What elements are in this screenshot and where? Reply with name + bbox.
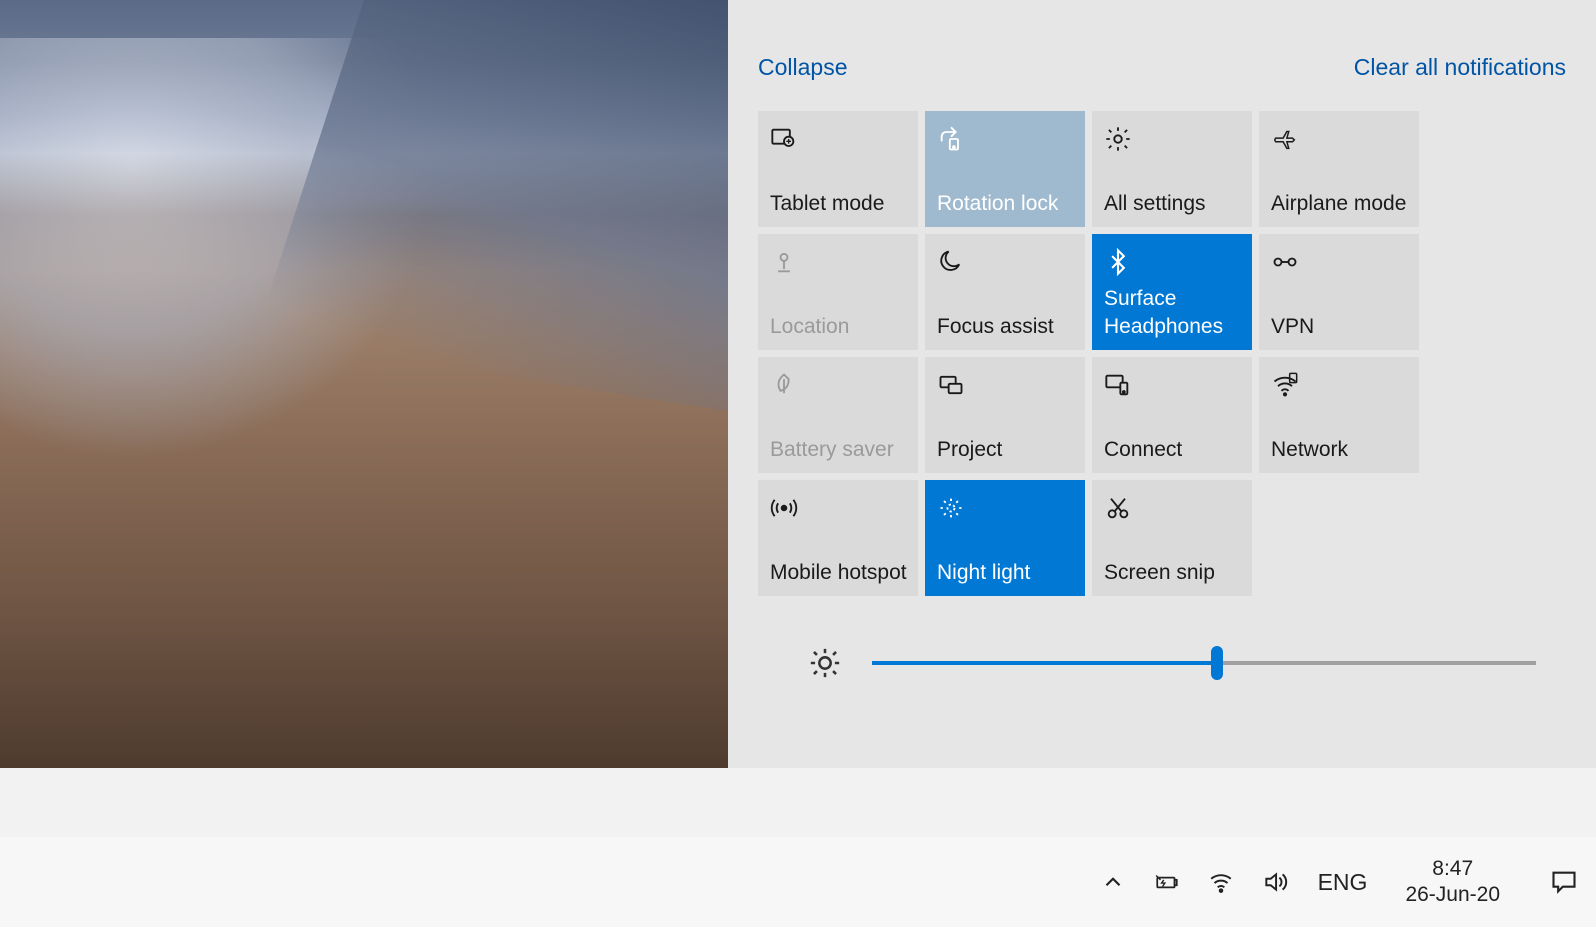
brightness-slider-thumb[interactable]: [1211, 646, 1223, 680]
tile-mobile-hotspot[interactable]: Mobile hotspot: [758, 480, 918, 596]
tile-label: VPN: [1271, 313, 1409, 340]
tile-label: Tablet mode: [770, 190, 908, 217]
tray-overflow-icon[interactable]: [1100, 869, 1126, 895]
hotspot-icon: [770, 494, 798, 522]
tile-connect[interactable]: Connect: [1092, 357, 1252, 473]
language-indicator[interactable]: ENG: [1318, 869, 1368, 896]
tile-label: Project: [937, 436, 1075, 463]
tile-rotation-lock[interactable]: Rotation lock: [925, 111, 1085, 227]
tile-label: All settings: [1104, 190, 1242, 217]
project-icon: [937, 371, 965, 399]
system-tray: [1100, 869, 1288, 895]
tile-vpn[interactable]: VPN: [1259, 234, 1419, 350]
moon-icon: [937, 248, 965, 276]
brightness-icon: [808, 646, 842, 680]
tile-label: Location: [770, 313, 908, 340]
collapse-button[interactable]: Collapse: [758, 54, 848, 81]
tile-label: Airplane mode: [1271, 190, 1409, 217]
gear-icon: [1104, 125, 1132, 153]
location-icon: [770, 248, 798, 276]
airplane-icon: [1271, 125, 1299, 153]
clock-date: 26-Jun-20: [1405, 882, 1500, 908]
wifi-tray-icon[interactable]: [1208, 869, 1234, 895]
tile-tablet-mode[interactable]: Tablet mode: [758, 111, 918, 227]
tile-label: Network: [1271, 436, 1409, 463]
bluetooth-icon: [1104, 248, 1132, 276]
snip-icon: [1104, 494, 1132, 522]
tile-screen-snip[interactable]: Screen snip: [1092, 480, 1252, 596]
tile-label: Rotation lock: [937, 190, 1075, 217]
brightness-slider[interactable]: [872, 661, 1536, 665]
connect-icon: [1104, 371, 1132, 399]
quick-action-tiles: Tablet mode Rotation lock All settings A…: [728, 111, 1596, 596]
tile-bluetooth[interactable]: Surface Headphones: [1092, 234, 1252, 350]
action-center-button[interactable]: [1538, 857, 1588, 907]
tile-location[interactable]: Location: [758, 234, 918, 350]
clear-notifications-button[interactable]: Clear all notifications: [1354, 54, 1566, 81]
tile-label: Surface Headphones: [1104, 285, 1242, 340]
rotation-icon: [937, 125, 965, 153]
tile-label: Night light: [937, 559, 1075, 586]
tile-all-settings[interactable]: All settings: [1092, 111, 1252, 227]
brightness-slider-fill: [872, 661, 1217, 665]
taskbar: ENG 8:47 26-Jun-20: [0, 837, 1596, 927]
brightness-control: [728, 596, 1596, 680]
tile-network[interactable]: Network: [1259, 357, 1419, 473]
tile-label: Connect: [1104, 436, 1242, 463]
tile-focus-assist[interactable]: Focus assist: [925, 234, 1085, 350]
action-center-header: Collapse Clear all notifications: [728, 0, 1596, 111]
clock-time: 8:47: [1405, 856, 1500, 882]
tile-airplane-mode[interactable]: Airplane mode: [1259, 111, 1419, 227]
tablet-icon: [770, 125, 798, 153]
tile-battery-saver[interactable]: Battery saver: [758, 357, 918, 473]
tile-label: Screen snip: [1104, 559, 1242, 586]
tile-project[interactable]: Project: [925, 357, 1085, 473]
tile-label: Mobile hotspot: [770, 559, 908, 586]
clock[interactable]: 8:47 26-Jun-20: [1405, 856, 1500, 909]
tile-label: Focus assist: [937, 313, 1075, 340]
desktop-wallpaper[interactable]: [0, 0, 728, 768]
nightlight-icon: [937, 494, 965, 522]
leaf-icon: [770, 371, 798, 399]
tile-night-light[interactable]: Night light: [925, 480, 1085, 596]
tile-label: Battery saver: [770, 436, 908, 463]
action-center-panel: Collapse Clear all notifications Tablet …: [728, 0, 1596, 768]
volume-icon[interactable]: [1262, 869, 1288, 895]
wifi-icon: [1271, 371, 1299, 399]
vpn-icon: [1271, 248, 1299, 276]
battery-charging-icon[interactable]: [1154, 869, 1180, 895]
